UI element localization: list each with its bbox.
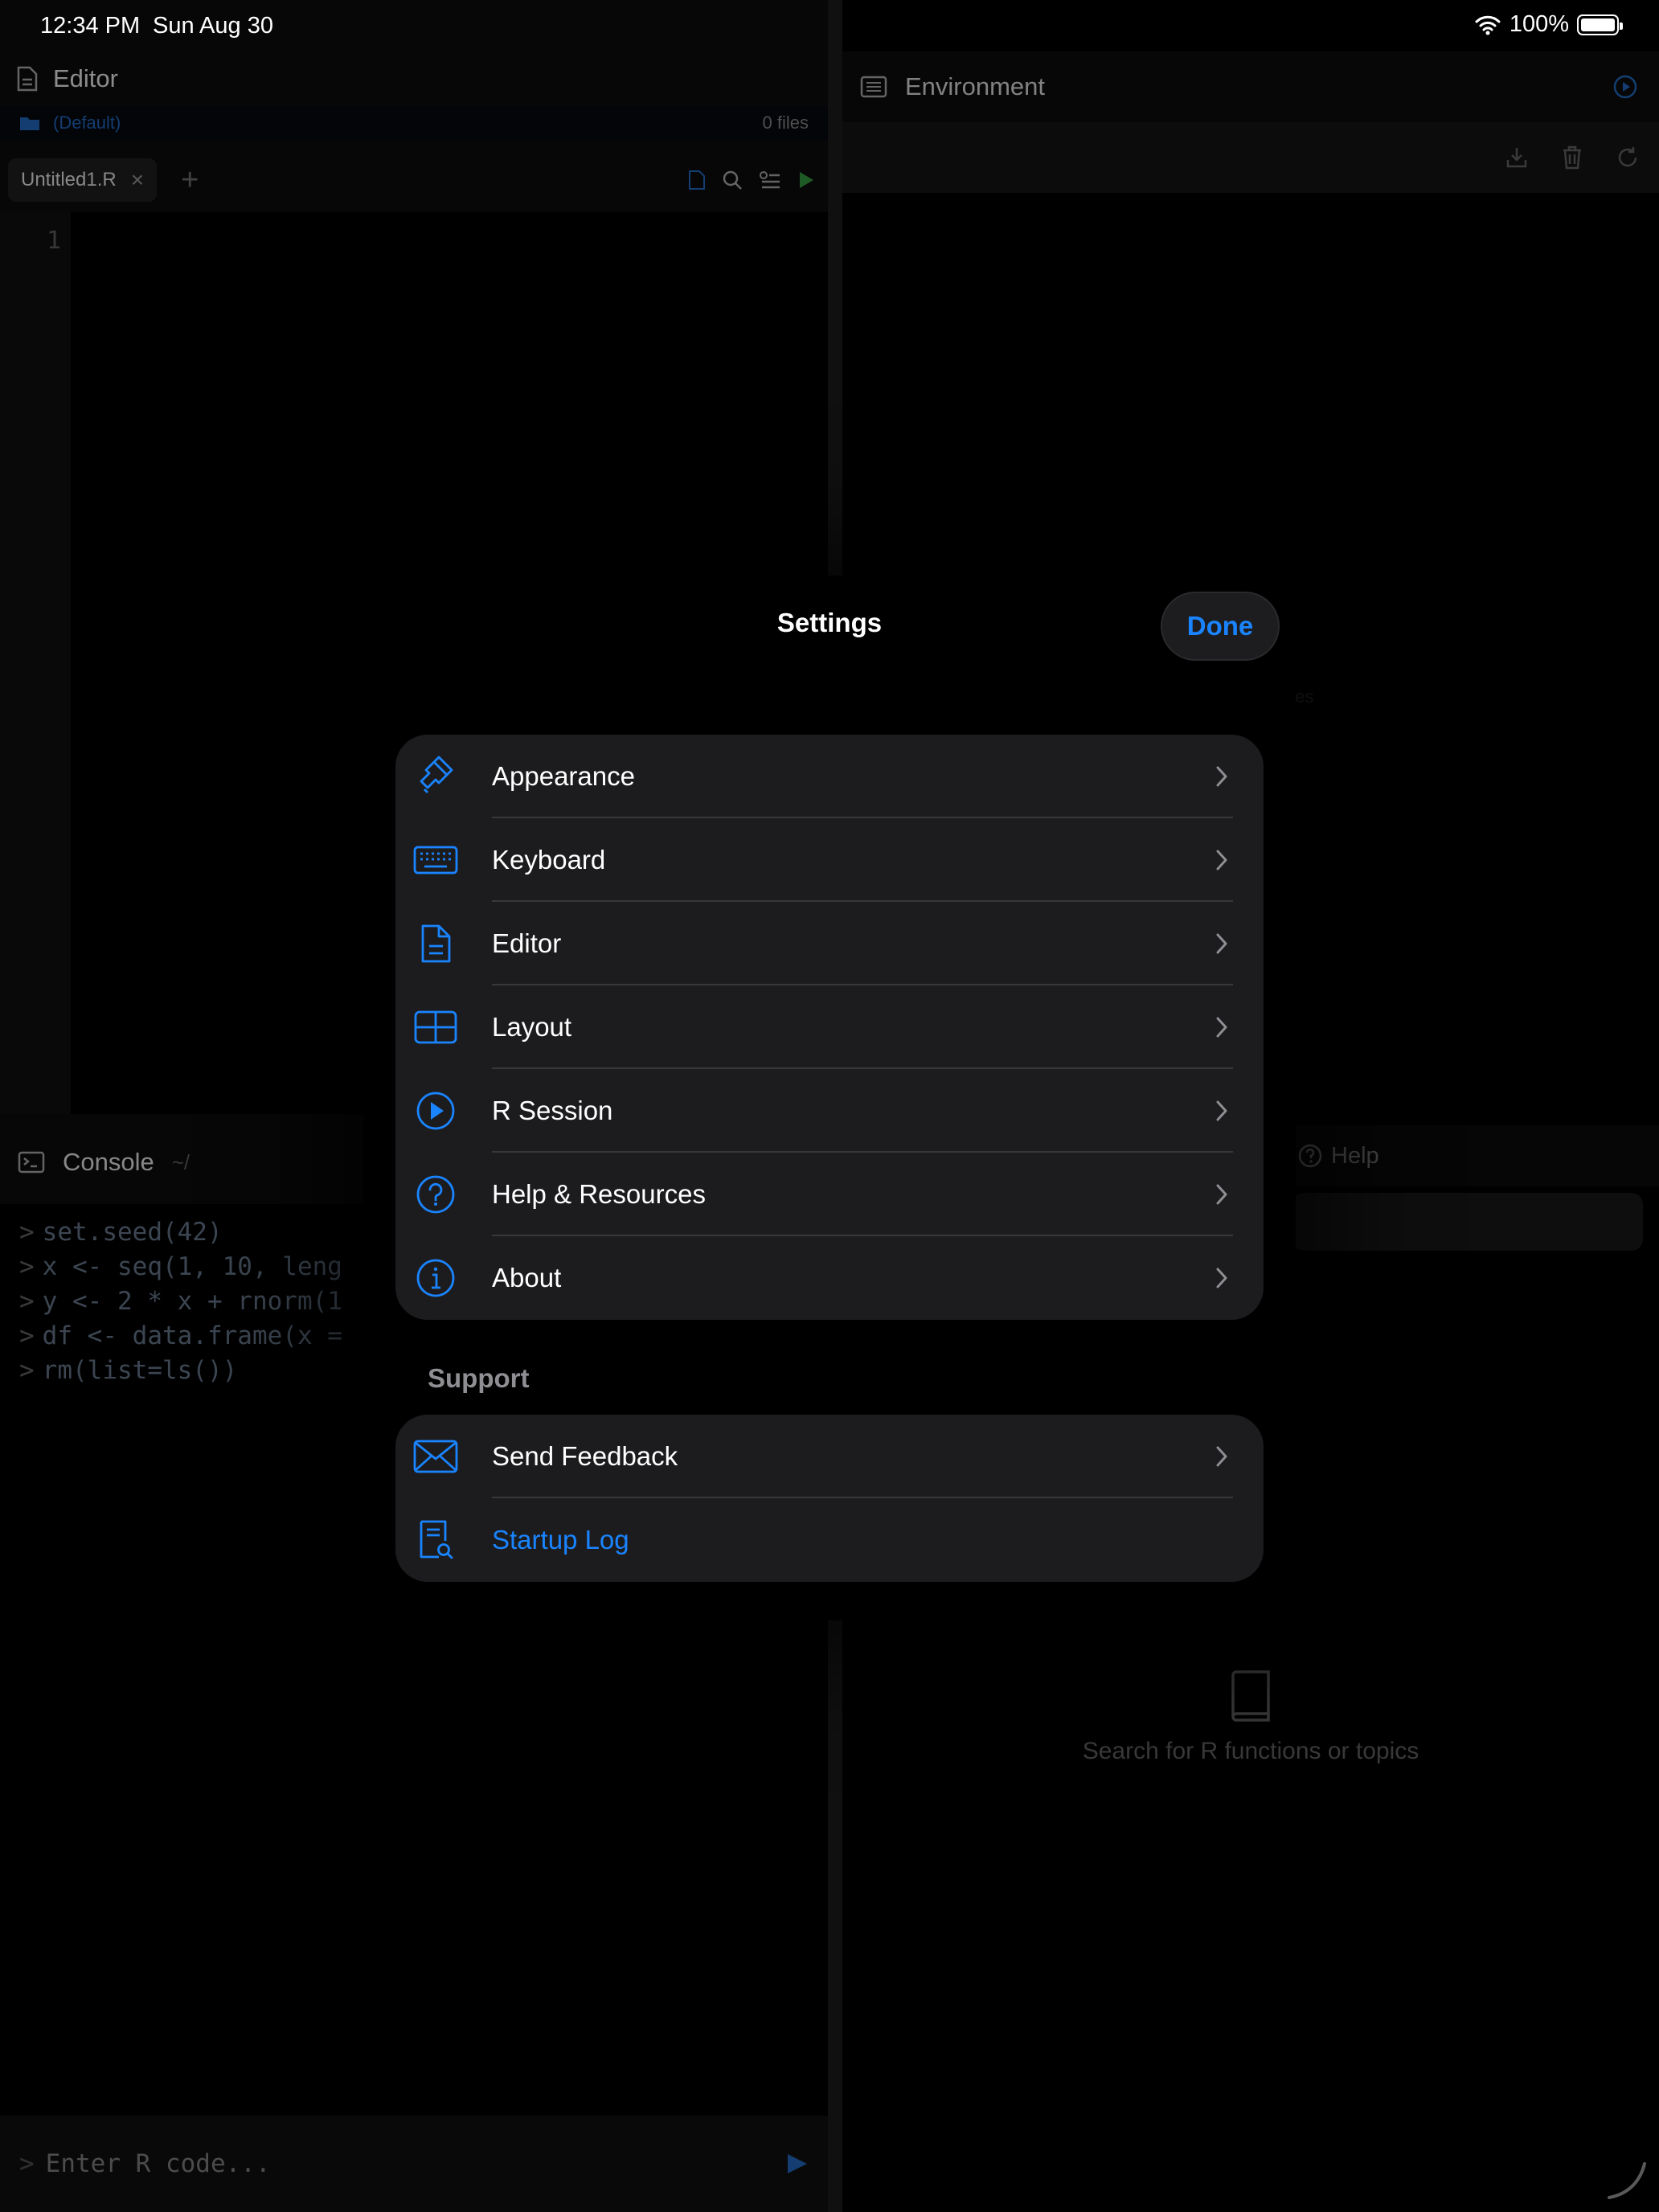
play-circle-icon	[412, 1087, 460, 1135]
status-time: 12:34 PM	[40, 13, 141, 39]
settings-row-label: Keyboard	[492, 845, 606, 875]
question-circle-icon	[412, 1170, 460, 1219]
chevron-right-icon	[1216, 766, 1227, 787]
support-section-header: Support	[428, 1363, 530, 1393]
settings-row-r-session[interactable]: R Session	[395, 1069, 1264, 1153]
settings-row-label: About	[492, 1263, 562, 1292]
envelope-icon	[412, 1432, 460, 1481]
settings-row-label: Appearance	[492, 761, 635, 791]
chevron-right-icon	[1216, 1446, 1227, 1467]
settings-row-layout[interactable]: Layout	[395, 985, 1264, 1069]
keyboard-icon	[412, 836, 460, 884]
settings-row-label: Layout	[492, 1012, 572, 1042]
settings-row-label: Send Feedback	[492, 1441, 678, 1471]
chevron-right-icon	[1216, 1100, 1227, 1121]
settings-row-appearance[interactable]: Appearance	[395, 735, 1264, 818]
settings-support-group: Send Feedback Startup Log	[395, 1415, 1264, 1582]
wifi-icon	[1475, 15, 1501, 35]
settings-row-editor[interactable]: Editor	[395, 902, 1264, 985]
layout-grid-icon	[412, 1003, 460, 1051]
settings-row-about[interactable]: About	[395, 1236, 1264, 1320]
settings-sheet: Settings Done Appearance Keyboard Editor	[363, 576, 1296, 1620]
chevron-right-icon	[1216, 850, 1227, 870]
chevron-right-icon	[1216, 1268, 1227, 1288]
settings-row-keyboard[interactable]: Keyboard	[395, 818, 1264, 902]
settings-row-label: Editor	[492, 928, 562, 958]
settings-row-label: Help & Resources	[492, 1179, 706, 1209]
info-circle-icon	[412, 1254, 460, 1302]
done-button[interactable]: Done	[1161, 592, 1280, 661]
document-search-icon	[412, 1516, 460, 1564]
settings-row-label: R Session	[492, 1096, 613, 1125]
settings-row-help-resources[interactable]: Help & Resources	[395, 1153, 1264, 1236]
status-bar: 12:34 PM Sun Aug 30 100%	[0, 0, 1659, 51]
paintbrush-icon	[412, 752, 460, 801]
settings-row-startup-log[interactable]: Startup Log	[395, 1498, 1264, 1582]
chevron-right-icon	[1216, 1184, 1227, 1205]
settings-title: Settings	[776, 608, 883, 637]
battery-icon	[1577, 14, 1623, 35]
chevron-right-icon	[1216, 933, 1227, 954]
status-indicators: 100%	[1474, 11, 1623, 38]
battery-percentage: 100%	[1509, 11, 1569, 37]
chevron-right-icon	[1216, 1017, 1227, 1038]
document-icon	[412, 920, 460, 968]
status-date: Sun Aug 30	[153, 13, 273, 39]
settings-row-send-feedback[interactable]: Send Feedback	[395, 1415, 1264, 1498]
settings-row-label: Startup Log	[492, 1525, 629, 1555]
settings-main-group: Appearance Keyboard Editor Layout R Sess…	[395, 735, 1264, 1320]
